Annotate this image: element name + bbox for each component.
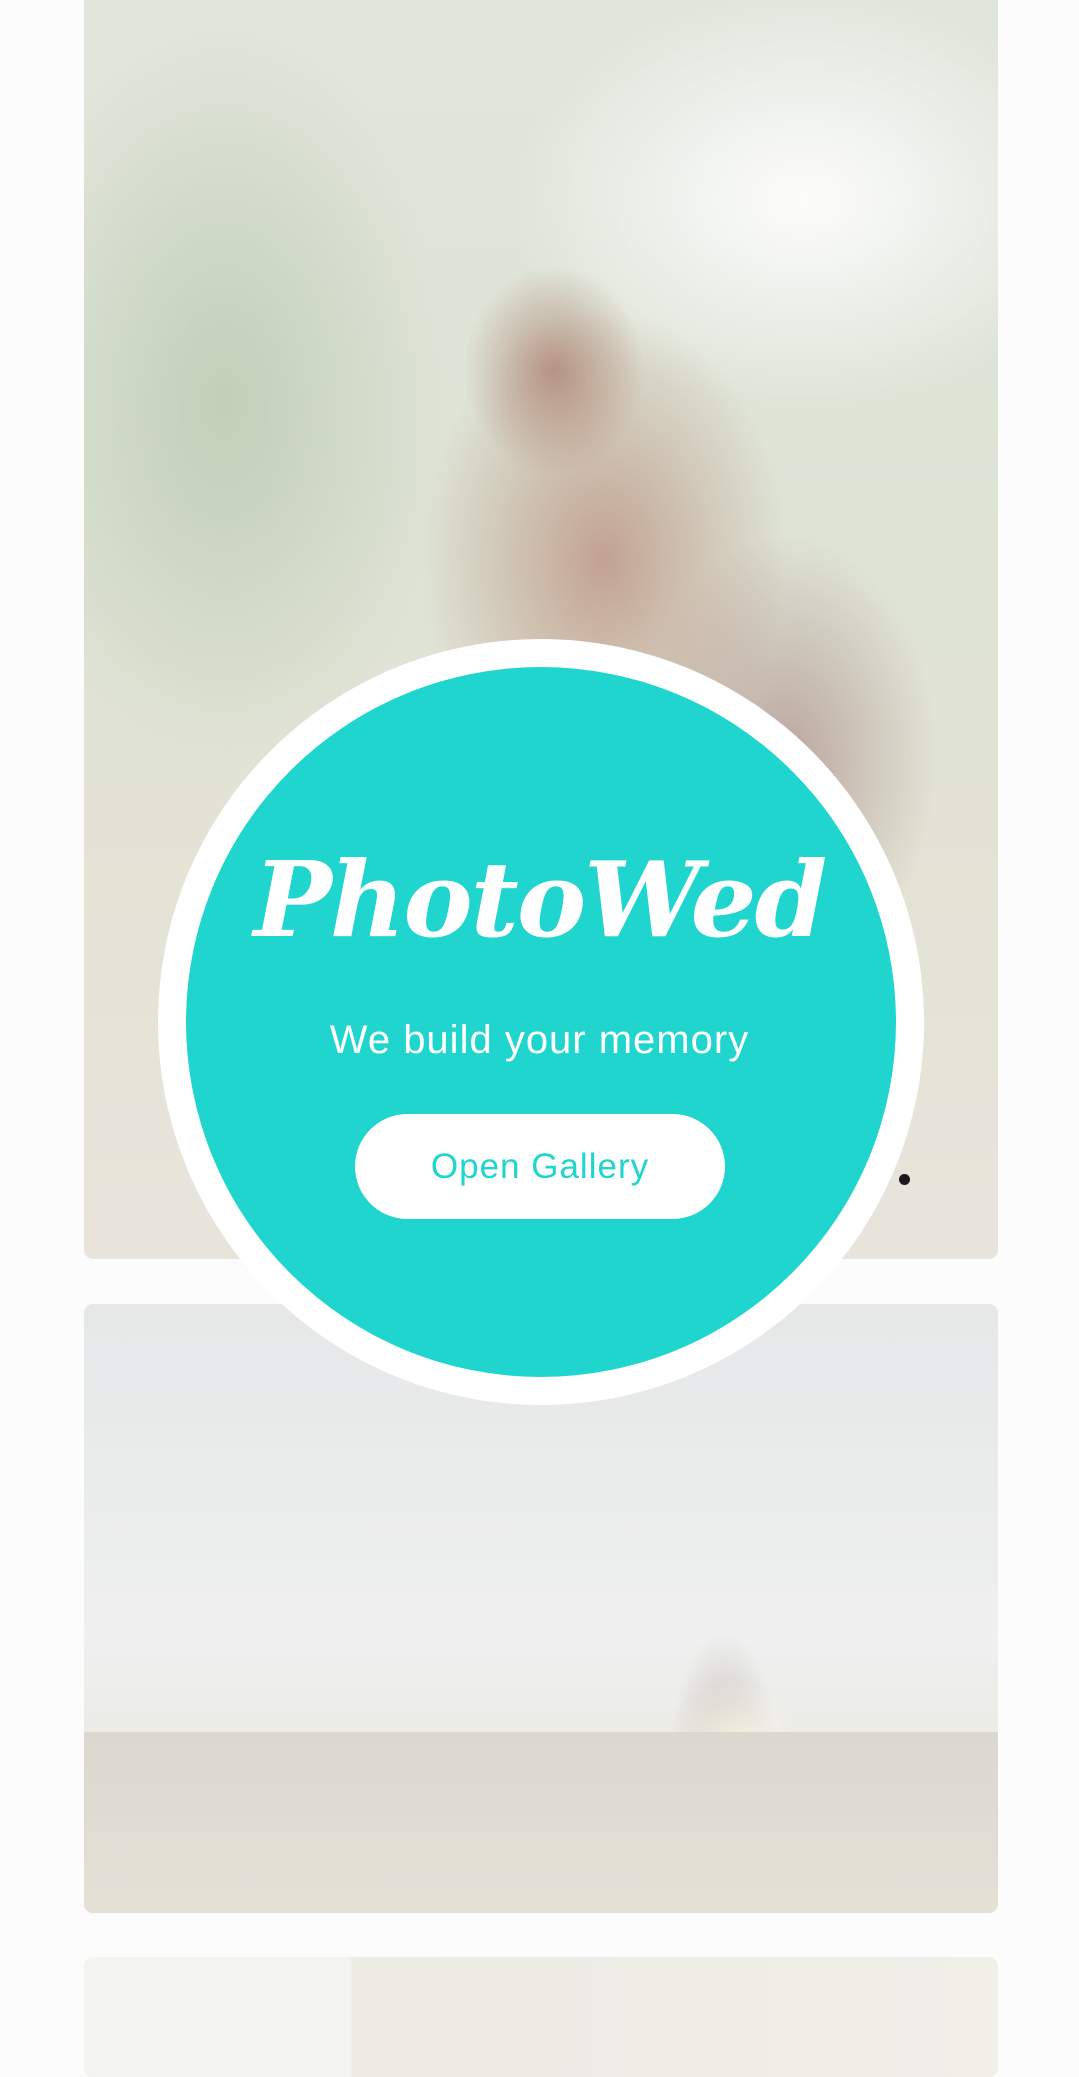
hero-tagline: We build your memory xyxy=(329,1018,750,1062)
open-gallery-button[interactable]: Open Gallery xyxy=(355,1114,725,1219)
gallery-photo-branches xyxy=(84,1957,998,2077)
field-horizon xyxy=(84,1732,998,1913)
brand-logo: PhotoWed xyxy=(253,838,828,961)
carousel-dot[interactable] xyxy=(899,1174,910,1185)
